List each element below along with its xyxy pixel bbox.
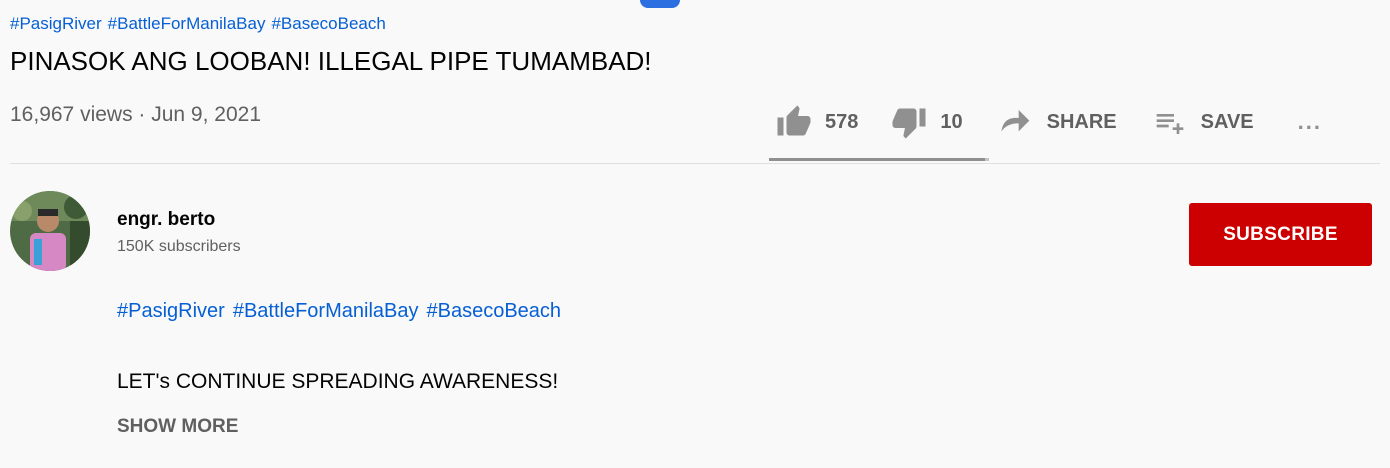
show-more-button[interactable]: SHOW MORE [117, 416, 238, 438]
hashtag-link[interactable]: #PasigRiver [10, 14, 102, 33]
hashtag-link[interactable]: #BattleForManilaBay [233, 300, 419, 322]
subscriber-count: 150K subscribers [117, 238, 241, 255]
divider [10, 163, 1380, 164]
save-label: SAVE [1200, 110, 1254, 133]
video-actions: 578 10 SHARE SAVE ... [775, 102, 1322, 142]
top-edge-accent [640, 0, 680, 8]
hashtag-link[interactable]: #PasigRiver [117, 300, 225, 322]
more-icon: ... [1297, 109, 1322, 134]
video-hashtags: #PasigRiver #BattleForManilaBay #BasecoBea… [10, 14, 392, 34]
like-button[interactable]: 578 [775, 104, 858, 140]
description-hashtags: #PasigRiver #BattleForManilaBay #BasecoBea… [117, 300, 569, 323]
save-button[interactable]: SAVE [1153, 106, 1254, 138]
hashtag-link[interactable]: #BasecoBeach [426, 300, 561, 322]
share-label: SHARE [1046, 110, 1117, 133]
like-ratio-fill [769, 158, 986, 161]
channel-avatar[interactable] [10, 191, 90, 271]
video-meta: 16,967 views · Jun 9, 2021 [10, 103, 261, 126]
description-text: LET's CONTINUE SPREADING AWARENESS! [117, 370, 559, 390]
channel-name[interactable]: engr. berto [117, 209, 215, 231]
dislike-button[interactable]: 10 [890, 104, 963, 140]
hashtag-link[interactable]: #BasecoBeach [271, 14, 385, 33]
share-button[interactable]: SHARE [999, 106, 1117, 138]
avatar-image [10, 191, 90, 271]
subscribe-button[interactable]: SUBSCRIBE [1189, 203, 1372, 266]
dislike-count: 10 [940, 110, 963, 133]
video-title: PINASOK ANG LOOBAN! ILLEGAL PIPE TUMAMBA… [10, 46, 652, 76]
like-ratio-bar [769, 158, 989, 161]
hashtag-link[interactable]: #BattleForManilaBay [108, 14, 266, 33]
share-arrow-icon [1000, 110, 1029, 132]
like-count: 578 [825, 110, 859, 133]
playlist-add-icon [1156, 114, 1183, 134]
thumbs-down-icon [892, 108, 926, 139]
thumbs-up-icon [777, 105, 811, 136]
more-actions-button[interactable]: ... [1298, 109, 1322, 135]
